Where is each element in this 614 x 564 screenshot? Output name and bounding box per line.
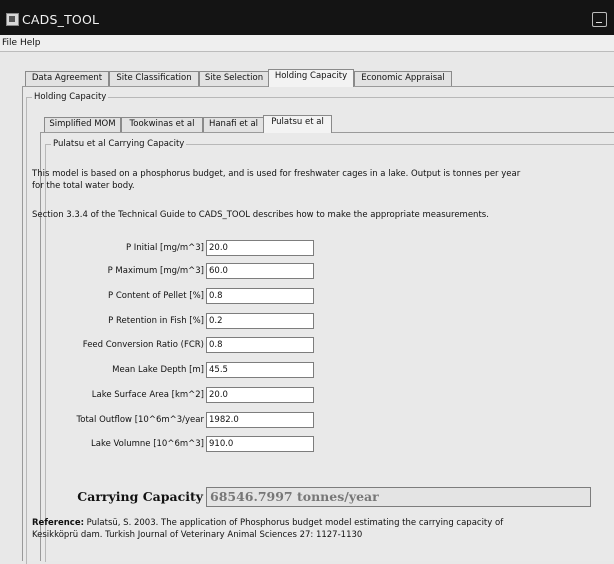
lake-surface-area-label: Lake Surface Area [km^2]	[91, 390, 204, 400]
reference-text: Reference: Pulatsü, S. 2003. The applica…	[32, 517, 592, 541]
carrying-capacity-output: 68546.7997 tonnes/year	[206, 487, 591, 507]
mean-lake-depth-label: Mean Lake Depth [m]	[112, 365, 204, 375]
tab-hanafi[interactable]: Hanafi et al	[203, 117, 264, 132]
reference-line1: Reference: Pulatsü, S. 2003. The applica…	[32, 517, 592, 529]
p-initial-label: P Initial [mg/m^3]	[125, 243, 204, 253]
tab-data-agreement[interactable]: Data Agreement	[25, 71, 109, 86]
fcr-label: Feed Conversion Ratio (FCR)	[82, 340, 204, 350]
p-initial-input[interactable]: 20.0	[206, 240, 314, 256]
lake-volume-input[interactable]: 910.0	[206, 436, 314, 452]
p-retention-fish-input[interactable]: 0.2	[206, 313, 314, 329]
tab-tookwinas[interactable]: Tookwinas et al	[121, 117, 203, 132]
model-description: This model is based on a phosphorus budg…	[32, 168, 587, 192]
lake-volume-label: Lake Volumne [10^6m^3]	[91, 439, 204, 449]
pulatsu-group-title: Pulatsu et al Carrying Capacity	[51, 139, 187, 149]
total-outflow-input[interactable]: 1982.0	[206, 412, 314, 428]
tab-simplified-mom[interactable]: Simplified MOM	[44, 117, 121, 132]
holding-capacity-group-title: Holding Capacity	[32, 92, 109, 102]
reference-line2: Kesikköprü dam. Turkish Journal of Veter…	[32, 530, 363, 540]
title-bar: CADS_TOOL	[0, 0, 614, 35]
main-tab-bar: Data Agreement Site Classification Site …	[0, 69, 614, 87]
tab-holding-capacity[interactable]: Holding Capacity	[268, 69, 354, 87]
p-content-pellet-label: P Content of Pellet [%]	[108, 291, 204, 301]
tab-site-selection[interactable]: Site Selection	[199, 71, 269, 86]
p-retention-fish-label: P Retention in Fish [%]	[108, 316, 204, 326]
tab-economic-appraisal[interactable]: Economic Appraisal	[354, 71, 452, 86]
menu-bar: File Help	[0, 35, 614, 52]
tab-site-classification[interactable]: Site Classification	[109, 71, 199, 86]
menu-help[interactable]: Help	[20, 38, 41, 48]
mean-lake-depth-input[interactable]: 45.5	[206, 362, 314, 378]
guide-note: Section 3.3.4 of the Technical Guide to …	[32, 210, 489, 220]
model-description-line1: This model is based on a phosphorus budg…	[32, 169, 521, 179]
fcr-input[interactable]: 0.8	[206, 337, 314, 353]
p-content-pellet-input[interactable]: 0.8	[206, 288, 314, 304]
model-description-line2: for the total water body.	[32, 181, 135, 191]
total-outflow-label: Total Outflow [10^6m^3/year	[76, 415, 204, 425]
carrying-capacity-label: Carrying Capacity	[77, 489, 203, 504]
reference-citation: Pulatsü, S. 2003. The application of Pho…	[83, 518, 504, 528]
minimize-button[interactable]	[592, 12, 607, 27]
app-icon	[6, 13, 19, 26]
reference-label: Reference:	[32, 518, 84, 528]
lake-surface-area-input[interactable]: 20.0	[206, 387, 314, 403]
p-maximum-label: P Maximum [mg/m^3]	[107, 266, 204, 276]
p-maximum-input[interactable]: 60.0	[206, 263, 314, 279]
tab-pulatsu[interactable]: Pulatsu et al	[263, 115, 332, 133]
menu-file[interactable]: File	[2, 38, 17, 48]
window-title: CADS_TOOL	[22, 12, 100, 27]
sub-tab-bar: Simplified MOM Tookwinas et al Hanafi et…	[0, 115, 614, 133]
